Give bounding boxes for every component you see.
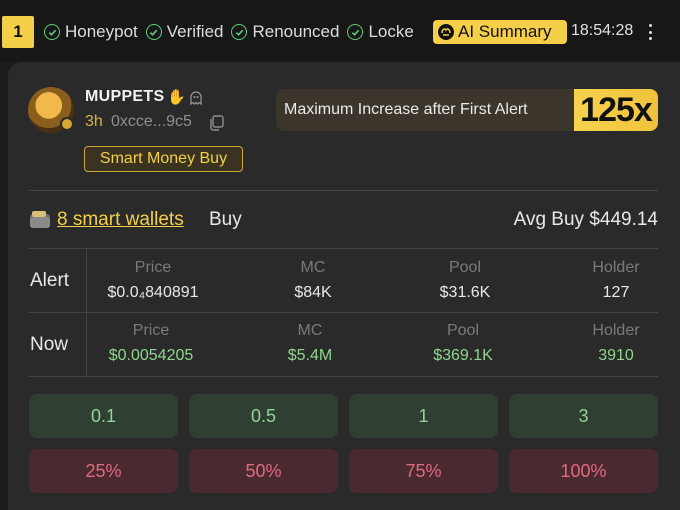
ghost-icon [190,91,202,106]
now-price: $0.0054205 [108,347,194,364]
divider [29,248,658,249]
col-head-price: Price [134,259,172,276]
now-holder: 3910 [598,347,634,364]
smart-money-tag: Smart Money Buy [84,146,243,172]
alert-pool: $31.6K [439,284,491,301]
sell-button-100[interactable]: 100% [509,449,658,493]
buy-button-0-5[interactable]: 0.5 [189,394,338,438]
check-verified-label: Verified [166,22,224,41]
copy-icon[interactable] [209,115,224,131]
check-circle-icon [44,24,60,40]
row-label-now: Now [30,334,69,355]
alert-mc: $84K [294,284,332,301]
buy-button-3[interactable]: 3 [509,394,658,438]
divider [29,376,658,377]
divider [29,312,658,313]
max-increase-label: Maximum Increase after First Alert [284,101,528,118]
col-head-pool: Pool [446,322,480,339]
smart-wallets-link[interactable]: 8 smart wallets [57,209,184,231]
token-address: 0xcce...9c5 [111,113,192,130]
sell-button-50[interactable]: 50% [189,449,338,493]
ai-summary-button[interactable]: AI Summary [433,20,567,44]
now-mc: $5.4M [287,347,333,364]
wave-hand-icon: ✋ [167,89,186,106]
avg-buy: Avg Buy $449.14 [513,209,658,230]
max-increase-box: Maximum Increase after First Alert 125x [276,89,658,131]
token-age: 3h [85,113,103,130]
buy-button-1[interactable]: 1 [349,394,498,438]
check-renounced: Renounced [231,22,339,42]
col-head-price: Price [132,322,170,339]
now-pool: $369.1K [433,347,493,364]
alert-header: 1 Honeypot Verified Renounced Locke AI S… [0,0,680,62]
check-circle-icon [347,24,364,40]
col-head-holder: Holder [592,322,640,339]
security-checks: Honeypot Verified Renounced Locke [44,20,432,44]
alert-time: 18:54:28 [571,22,634,39]
chain-coin-icon [60,117,74,131]
check-renounced-label: Renounced [252,22,340,41]
ai-summary-label: AI Summary [458,22,552,41]
alert-holder: 127 [602,284,630,301]
check-honeypot: Honeypot [44,22,138,42]
alert-price: $0.0₄840891 [107,284,199,301]
sell-button-25[interactable]: 25% [29,449,178,493]
alert-index-badge: 1 [2,16,34,48]
sell-button-75[interactable]: 75% [349,449,498,493]
col-head-holder: Holder [592,259,640,276]
buy-button-0-1[interactable]: 0.1 [29,394,178,438]
check-circle-icon [145,24,162,40]
check-circle-icon [231,24,248,40]
check-locked: Locke [347,22,414,42]
col-head-mc: MC [300,259,326,276]
row-label-alert: Alert [30,270,70,291]
divider [29,190,658,191]
ai-brain-icon [438,24,454,40]
col-head-mc: MC [297,322,323,339]
wallet-icon [30,211,50,228]
kebab-menu-icon[interactable] [642,22,658,42]
max-increase-value: 125x [574,89,658,131]
col-head-pool: Pool [448,259,482,276]
buy-label: Buy [209,209,242,230]
check-honeypot-label: Honeypot [65,22,138,41]
token-name: MUPPETS [85,88,165,105]
check-locked-label: Locke [368,22,414,41]
check-verified: Verified [145,22,224,42]
